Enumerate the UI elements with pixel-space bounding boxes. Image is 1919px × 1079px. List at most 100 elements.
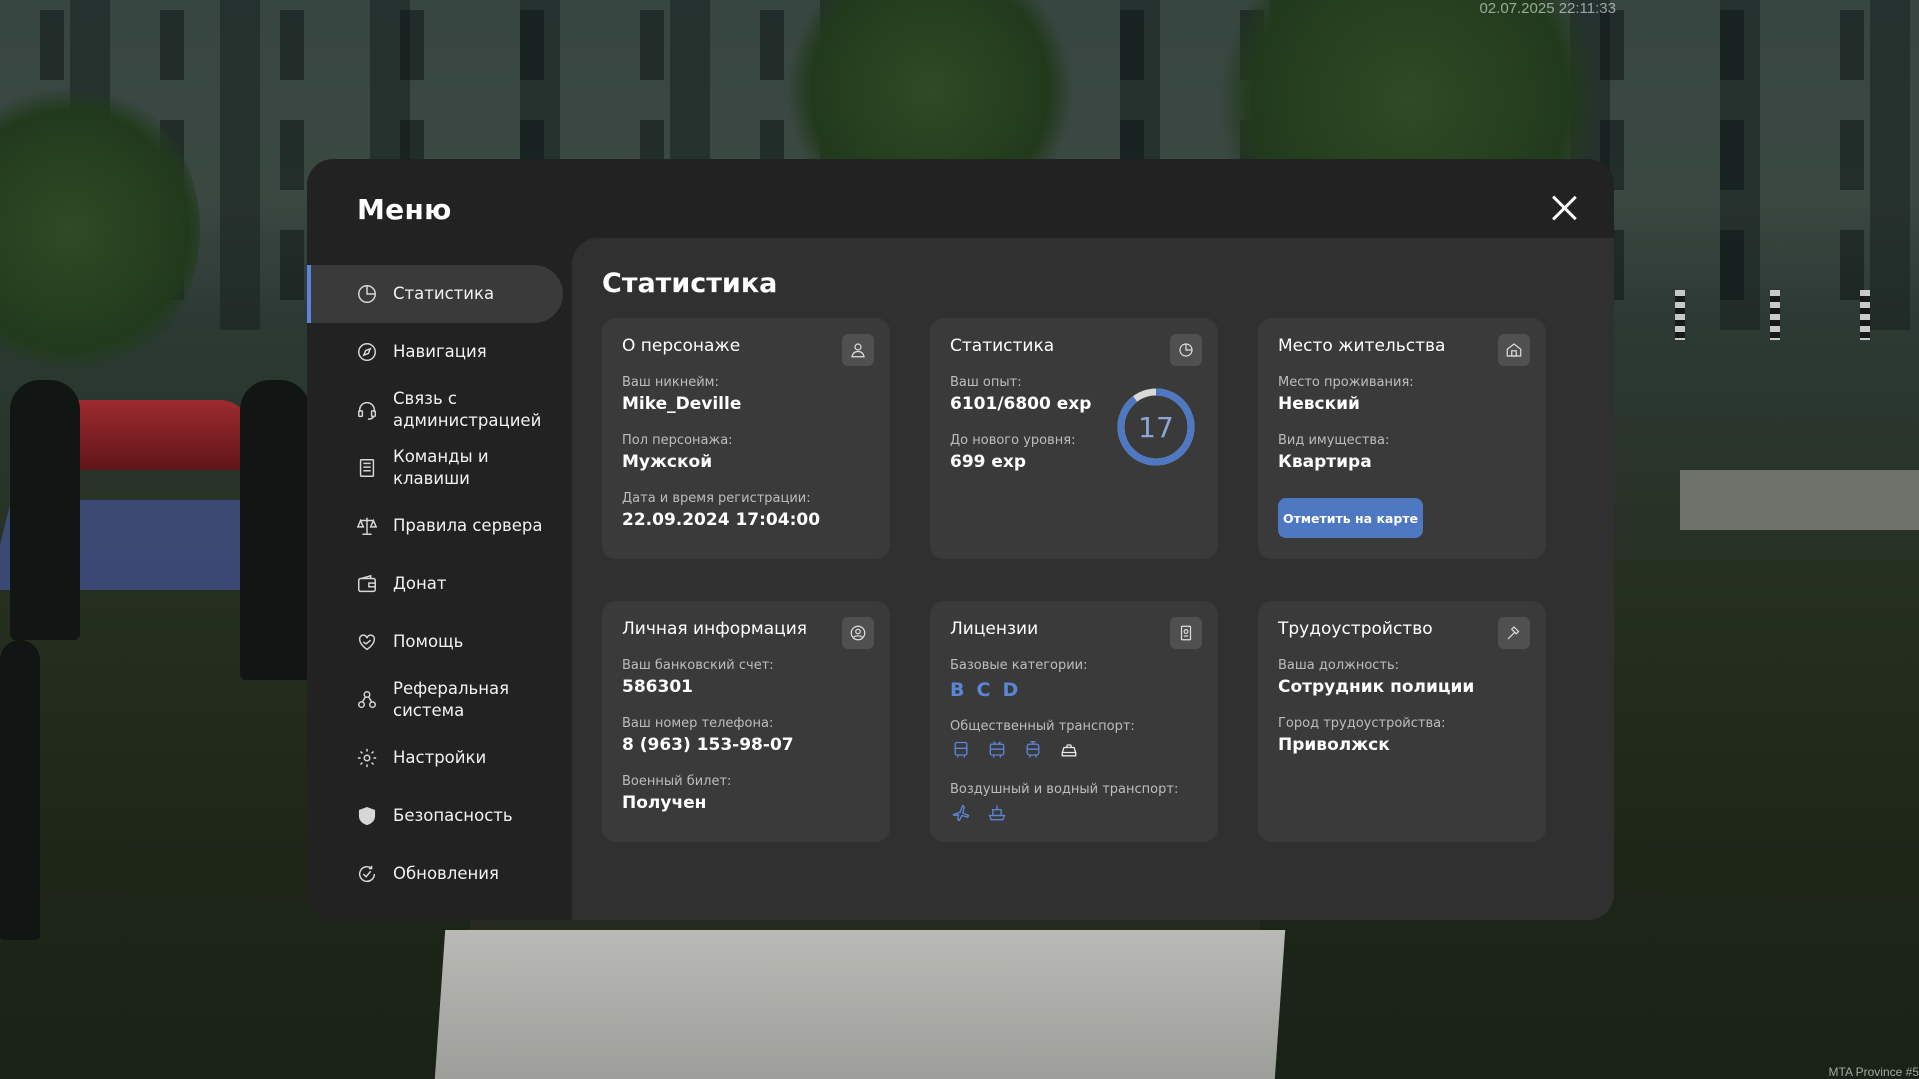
nickname-value: Mike_Deville bbox=[622, 394, 742, 414]
sidebar-item-label: Связь с администрацией bbox=[393, 389, 542, 430]
card-licenses: Лицензии Базовые категории: B C D Общест… bbox=[930, 601, 1218, 842]
headset-icon bbox=[355, 398, 379, 422]
public-transport-label: Общественный транспорт: bbox=[950, 719, 1135, 734]
sidebar-item-label: Правила сервера bbox=[393, 516, 543, 535]
sidebar-item-statistics[interactable]: Статистика bbox=[307, 265, 563, 323]
sidebar-item-help[interactable]: Помощь bbox=[307, 613, 563, 671]
card-personal-info: Личная информация Ваш банковский счет: 5… bbox=[602, 601, 890, 842]
air-water-icons bbox=[950, 802, 1008, 824]
exp-label: Ваш опыт: bbox=[950, 375, 1022, 390]
registration-value: 22.09.2024 17:04:00 bbox=[622, 510, 821, 530]
trolleybus-icon bbox=[986, 739, 1008, 761]
position-label: Ваша должность: bbox=[1278, 658, 1400, 673]
city-label: Город трудоустройства: bbox=[1278, 716, 1446, 731]
sidebar-item-label: Навигация bbox=[393, 342, 487, 361]
place-label: Место проживания: bbox=[1278, 375, 1414, 390]
bank-label: Ваш банковский счет: bbox=[622, 658, 774, 673]
sidebar-item-updates[interactable]: Обновления bbox=[307, 845, 563, 903]
card-residence: Место жительства Место проживания: Невск… bbox=[1258, 318, 1546, 559]
sidebar-item-label: Настройки bbox=[393, 748, 487, 767]
sidebar-item-label: Команды и клавиши bbox=[393, 447, 489, 488]
boat-icon bbox=[986, 802, 1008, 824]
sidebar-nav: Статистика Навигация Связь с администрац… bbox=[307, 265, 563, 903]
sidebar-item-label: Реферальная система bbox=[393, 679, 510, 720]
sidebar-item-donate[interactable]: Донат bbox=[307, 555, 563, 613]
property-value: Квартира bbox=[1278, 452, 1372, 472]
bus-icon bbox=[950, 739, 972, 761]
sidebar-item-label: Статистика bbox=[393, 284, 495, 303]
exp-value: 6101/6800 exp bbox=[950, 394, 1092, 414]
compass-icon bbox=[355, 340, 379, 364]
refresh-check-icon bbox=[355, 862, 379, 886]
card-title: Лицензии bbox=[950, 619, 1039, 639]
tram-icon bbox=[1022, 739, 1044, 761]
referral-network-icon bbox=[355, 688, 379, 712]
hammer-icon bbox=[1498, 617, 1530, 649]
level-number: 17 bbox=[1138, 410, 1174, 444]
gender-value: Мужской bbox=[622, 452, 713, 472]
city-value: Приволжск bbox=[1278, 735, 1390, 755]
menu-window: Меню Статистика Навигация Связь с админи… bbox=[307, 159, 1614, 920]
card-employment: Трудоустройство Ваша должность: Сотрудни… bbox=[1258, 601, 1546, 842]
close-icon[interactable] bbox=[1550, 193, 1580, 223]
sidebar-item-settings[interactable]: Настройки bbox=[307, 729, 563, 787]
taxi-icon bbox=[1058, 739, 1080, 761]
air-water-label: Воздушный и водный транспорт: bbox=[950, 782, 1179, 797]
scales-icon bbox=[355, 514, 379, 538]
card-title: Место жительства bbox=[1278, 336, 1446, 356]
user-icon bbox=[842, 334, 874, 366]
id-badge-icon bbox=[1170, 617, 1202, 649]
card-title: Трудоустройство bbox=[1278, 619, 1433, 639]
bank-value: 586301 bbox=[622, 677, 693, 697]
position-value: Сотрудник полиции bbox=[1278, 677, 1475, 697]
license-categories: B C D bbox=[950, 679, 1018, 701]
license-category-d: D bbox=[1002, 679, 1019, 701]
sidebar-item-commands[interactable]: Команды и клавиши bbox=[307, 439, 563, 497]
gender-label: Пол персонажа: bbox=[622, 433, 733, 448]
sidebar-item-contact-admin[interactable]: Связь с администрацией bbox=[307, 381, 563, 439]
sidebar-item-label: Помощь bbox=[393, 632, 464, 651]
heart-hands-icon bbox=[355, 630, 379, 654]
sidebar-item-label: Безопасность bbox=[393, 806, 513, 825]
property-label: Вид имущества: bbox=[1278, 433, 1390, 448]
license-category-b: B bbox=[950, 679, 965, 701]
sidebar-item-referral[interactable]: Реферальная система bbox=[307, 671, 563, 729]
sidebar-item-label: Донат bbox=[393, 574, 447, 593]
place-value: Невский bbox=[1278, 394, 1360, 414]
wallet-icon bbox=[355, 572, 379, 596]
home-icon bbox=[1498, 334, 1530, 366]
user-circle-icon bbox=[842, 617, 874, 649]
statistics-content: Статистика О персонаже Ваш никнейм: Mike… bbox=[572, 238, 1614, 920]
card-title: Статистика bbox=[950, 336, 1055, 356]
phone-label: Ваш номер телефона: bbox=[622, 716, 774, 731]
gear-icon bbox=[355, 746, 379, 770]
page-title: Статистика bbox=[602, 268, 778, 299]
card-statistics: Статистика Ваш опыт: 6101/6800 exp До но… bbox=[930, 318, 1218, 559]
document-list-icon bbox=[355, 456, 379, 480]
menu-title: Меню bbox=[357, 193, 452, 226]
sidebar-item-label: Обновления bbox=[393, 864, 499, 883]
registration-label: Дата и время регистрации: bbox=[622, 491, 811, 506]
base-categories-label: Базовые категории: bbox=[950, 658, 1088, 673]
public-transport-icons bbox=[950, 739, 1080, 761]
card-title: О персонаже bbox=[622, 336, 741, 356]
next-level-value: 699 exp bbox=[950, 452, 1027, 472]
plane-icon bbox=[950, 802, 972, 824]
pie-chart-icon bbox=[1170, 334, 1202, 366]
military-label: Военный билет: bbox=[622, 774, 732, 789]
sidebar-item-navigation[interactable]: Навигация bbox=[307, 323, 563, 381]
phone-value: 8 (963) 153-98-07 bbox=[622, 735, 794, 755]
card-title: Личная информация bbox=[622, 619, 808, 639]
next-level-label: До нового уровня: bbox=[950, 433, 1076, 448]
mark-on-map-button[interactable]: Отметить на карте bbox=[1278, 498, 1423, 538]
sidebar-item-security[interactable]: Безопасность bbox=[307, 787, 563, 845]
military-value: Получен bbox=[622, 793, 707, 813]
pie-chart-icon bbox=[355, 282, 379, 306]
server-watermark: MTA Province #5 bbox=[1828, 1065, 1919, 1079]
shield-icon bbox=[355, 804, 379, 828]
nickname-label: Ваш никнейм: bbox=[622, 375, 719, 390]
sidebar-item-rules[interactable]: Правила сервера bbox=[307, 497, 563, 555]
license-category-c: C bbox=[976, 679, 991, 701]
card-character: О персонаже Ваш никнейм: Mike_Deville По… bbox=[602, 318, 890, 559]
game-timestamp: 02.07.2025 22:11:33 bbox=[1479, 0, 1616, 17]
